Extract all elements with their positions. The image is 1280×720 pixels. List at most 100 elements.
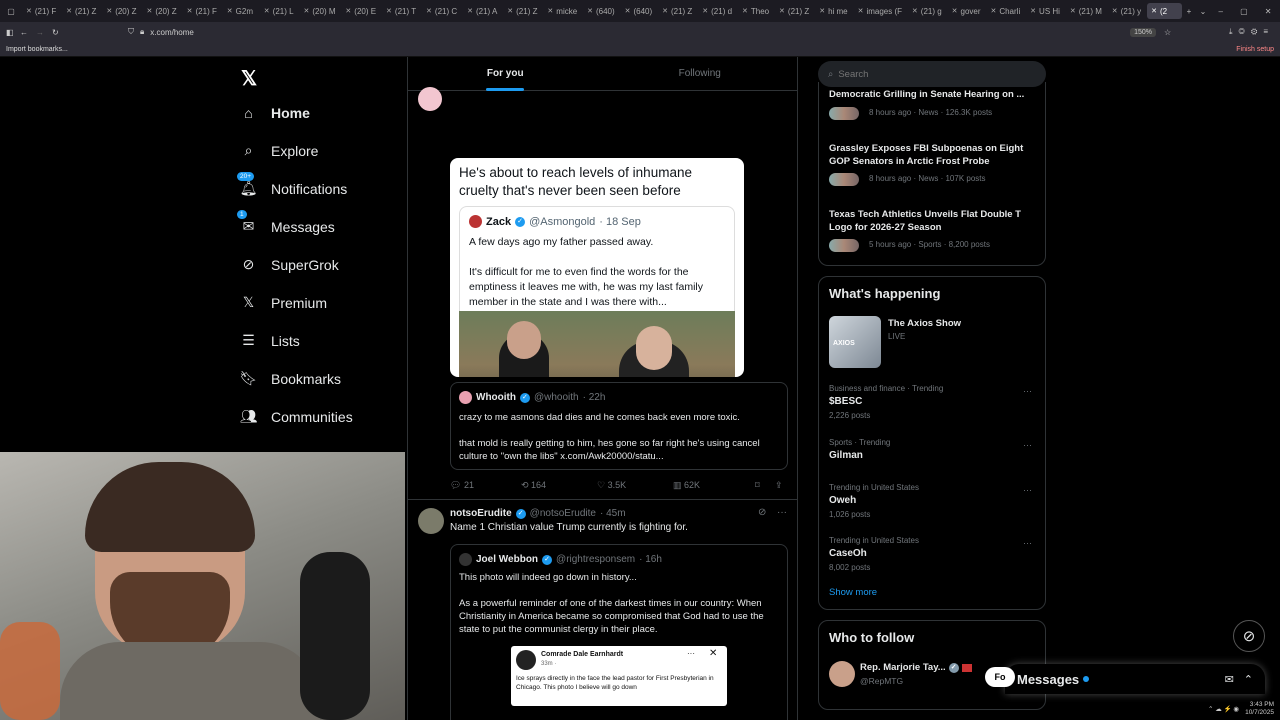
browser-tab[interactable]: ✕ gover: [948, 3, 985, 19]
trend-name[interactable]: CaseOh: [829, 548, 867, 559]
avatar[interactable]: [418, 508, 444, 534]
reply-button[interactable]: 💬︎ 21: [450, 480, 521, 491]
show-title[interactable]: The Axios Show: [888, 318, 961, 329]
browser-tab[interactable]: ✕ micke: [543, 3, 581, 19]
browser-tab[interactable]: ✕ (21) g: [908, 3, 946, 19]
more-options-icon[interactable]: ···: [1023, 440, 1032, 450]
browser-tab[interactable]: ✕ Charli: [986, 3, 1024, 19]
browser-tab[interactable]: ✕ (21) y: [1108, 3, 1145, 19]
browser-tab[interactable]: ✕ (21) C: [422, 3, 461, 19]
minimize-icon[interactable]: –: [1219, 7, 1223, 16]
follow-button[interactable]: Fo: [985, 667, 1015, 687]
browser-tab-label: (20) Z: [115, 6, 137, 16]
repost-button[interactable]: ⟲ 164: [521, 480, 597, 491]
show-thumbnail[interactable]: AXIOS: [829, 316, 881, 368]
more-options-icon[interactable]: ···: [1023, 386, 1032, 396]
sidebar-toggle-icon[interactable]: ◧: [6, 28, 20, 37]
trend-name[interactable]: $BESC: [829, 396, 862, 407]
browser-tab[interactable]: ✕ (20) Z: [142, 3, 180, 19]
browser-tab[interactable]: ✕ (20) M: [300, 3, 340, 19]
news-title[interactable]: Grassley Exposes FBI Subpoenas on Eight …: [829, 142, 1039, 168]
browser-tab[interactable]: ✕ (20) Z: [102, 3, 140, 19]
finish-setup-link[interactable]: Finish setup: [1236, 46, 1274, 53]
browser-tab[interactable]: ✕ (21) T: [382, 3, 420, 19]
maximize-icon[interactable]: ▢: [1240, 7, 1248, 16]
browser-tab[interactable]: ✕ G2m: [223, 3, 258, 19]
browser-tab[interactable]: ✕ images (F: [854, 3, 906, 19]
x-logo-icon: ✕: [386, 8, 392, 15]
messages-drawer[interactable]: Messages ✉ ⌃: [1005, 664, 1265, 694]
like-button[interactable]: ♡ 3.5K: [597, 480, 673, 491]
browser-tab[interactable]: ✕ (2: [1147, 3, 1182, 19]
toolbar-icons[interactable]: ⤓◎⚙≡: [1180, 27, 1280, 37]
browser-tab[interactable]: ✕ (21) L: [260, 3, 298, 19]
browser-tab[interactable]: ✕ Theo: [738, 3, 773, 19]
grok-icon[interactable]: ⊘: [758, 507, 766, 518]
bookmark-icon[interactable]: ⌑: [755, 480, 775, 491]
browser-tab[interactable]: ✕ (21) M: [1066, 3, 1106, 19]
news-title[interactable]: Democratic Grilling in Senate Hearing on…: [829, 88, 1039, 101]
expand-icon[interactable]: ⌃: [1244, 673, 1253, 686]
browser-tab[interactable]: ✕ (640): [583, 3, 619, 19]
sidebar-item-notifications[interactable]: 🔔︎ 20+ Notifications: [237, 172, 347, 197]
sidebar-item-bookmarks[interactable]: 🔖︎ Bookmarks: [240, 370, 341, 387]
sidebar-item-lists[interactable]: ☰ Lists: [240, 332, 300, 349]
browser-tab[interactable]: ✕ (640): [621, 3, 657, 19]
tab-following[interactable]: Following: [603, 57, 798, 90]
browser-tab[interactable]: ✕ (21) d: [698, 3, 736, 19]
browser-tab[interactable]: ✕ (21) Z: [775, 3, 813, 19]
star-icon[interactable]: ☆: [1164, 28, 1180, 37]
sidebar-item-supergrok[interactable]: ⊘ SuperGrok: [240, 256, 339, 273]
news-title[interactable]: Texas Tech Athletics Unveils Flat Double…: [829, 208, 1039, 234]
new-tab-icon[interactable]: +: [1182, 7, 1196, 16]
more-options-icon[interactable]: ···: [1023, 485, 1032, 495]
browser-tab[interactable]: ✕ (21) F: [22, 3, 60, 19]
avatar[interactable]: [829, 661, 855, 687]
more-options-icon[interactable]: ···: [1023, 538, 1032, 548]
search-input[interactable]: [838, 68, 1019, 80]
sidebar-item-communities[interactable]: 👥︎ Communities: [240, 408, 353, 425]
browser-tab[interactable]: ✕ (21) Z: [503, 3, 541, 19]
browser-tab[interactable]: ✕ (21) A: [463, 3, 501, 19]
whats-happening-card: What's happening AXIOS The Axios Show LI…: [818, 276, 1046, 610]
browser-tab[interactable]: ✕ (21) Z: [62, 3, 100, 19]
forward-icon[interactable]: →: [36, 28, 52, 37]
browser-tab[interactable]: ✕ (21) F: [183, 3, 221, 19]
grok-fab-icon[interactable]: ⊘: [1233, 620, 1265, 652]
reload-icon[interactable]: ↻: [52, 28, 68, 37]
browser-tab[interactable]: ✕ hi me: [815, 3, 851, 19]
back-icon[interactable]: ←: [20, 28, 36, 37]
trend-name[interactable]: Gilman: [829, 450, 863, 461]
avatar[interactable]: [418, 87, 442, 111]
views-button[interactable]: ▥ 62K: [673, 480, 755, 491]
url-bar[interactable]: ⛉ 🔒︎ x.com/home: [128, 27, 1130, 37]
tab-for-you[interactable]: For you: [408, 57, 603, 90]
close-window-icon[interactable]: ✕: [1265, 7, 1272, 16]
sidebar-item-explore[interactable]: ⌕ Explore: [240, 142, 319, 159]
x-logo-icon: ✕: [741, 8, 748, 15]
x-logo-icon[interactable]: 𝕏: [241, 66, 257, 91]
quoted-post[interactable]: Whooith ✓ @whooith · 22h crazy to me asm…: [450, 382, 788, 470]
share-icon[interactable]: ⇪: [775, 480, 783, 491]
quoted-post[interactable]: Joel Webbon ✓ @rightresponsem · 16h This…: [450, 544, 788, 720]
sidebar-item-premium[interactable]: 𝕏 Premium: [240, 294, 327, 311]
browser-tab[interactable]: ✕ (21) Z: [658, 3, 696, 19]
sidebar-item-messages[interactable]: ✉ 1 Messages: [237, 210, 335, 235]
tab-list-icon[interactable]: ⌄: [1196, 7, 1210, 16]
tray-icons[interactable]: ⌃ ☁ ⚡ ◉: [1208, 705, 1239, 713]
trend-name[interactable]: Oweh: [829, 495, 856, 506]
author-handle[interactable]: @notsoErudite: [530, 508, 596, 519]
author-name[interactable]: notsoErudite: [450, 508, 512, 519]
new-message-icon[interactable]: ✉: [1225, 673, 1234, 686]
messages-drawer-label: Messages: [1017, 671, 1080, 687]
show-more-link[interactable]: Show more: [829, 587, 877, 598]
tab-overview-icon[interactable]: ▢: [0, 7, 22, 16]
post-image[interactable]: He's about to reach levels of inhumane c…: [450, 158, 744, 377]
browser-tab[interactable]: ✕ US Hi: [1026, 3, 1064, 19]
import-bookmarks-link[interactable]: Import bookmarks...: [6, 46, 68, 53]
browser-tab[interactable]: ✕ (20) E: [341, 3, 380, 19]
suggested-account[interactable]: Rep. Marjorie Tay... ✓: [860, 662, 972, 673]
zoom-level[interactable]: 150%: [1130, 27, 1156, 37]
more-options-icon[interactable]: ···: [777, 507, 787, 518]
sidebar-item-home[interactable]: ⌂ Home: [240, 104, 310, 121]
